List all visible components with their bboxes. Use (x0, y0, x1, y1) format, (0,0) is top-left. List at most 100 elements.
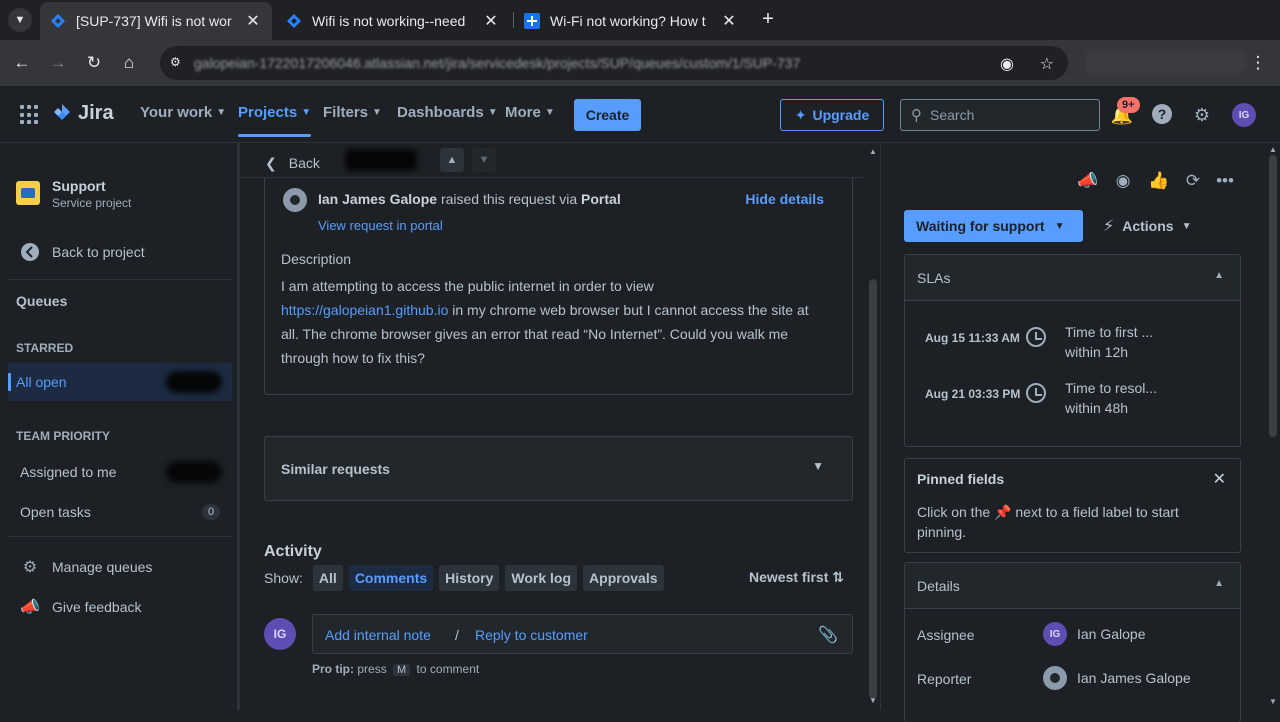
browser-tab-title: Wi-Fi not working? How t (550, 13, 706, 29)
filter-approvals[interactable]: Approvals (583, 565, 664, 591)
next-issue-button[interactable]: ▼ (472, 148, 496, 172)
chevron-down-icon: ▼ (372, 107, 382, 118)
back-arrow-icon[interactable]: ← (10, 51, 34, 75)
eye-slash-icon[interactable]: ◉ (1000, 54, 1014, 74)
sidebar-item-assigned-to-me[interactable]: Assigned to me (8, 453, 232, 491)
panel-scrollbar[interactable]: ▲ ▼ (1266, 143, 1280, 710)
megaphone-icon[interactable]: 📣 (1076, 169, 1100, 193)
description-text: I am attempting to access the public int… (281, 274, 821, 370)
nav-dashboards[interactable]: Dashboards ▼ (397, 104, 498, 121)
user-avatar[interactable]: IG (1232, 103, 1256, 127)
starred-heading: STARRED (16, 341, 74, 355)
queues-heading: Queues (16, 293, 68, 309)
open-tasks-label: Open tasks (20, 504, 91, 520)
add-internal-note-button[interactable]: Add internal note (325, 627, 431, 643)
filter-all[interactable]: All (312, 565, 343, 591)
nav-filters[interactable]: Filters ▼ (323, 104, 382, 121)
description-link[interactable]: https://galopeian1.github.io (281, 302, 448, 318)
thumbs-up-icon[interactable]: 👍 (1147, 169, 1171, 193)
nav-more[interactable]: More ▼ (505, 104, 555, 121)
site-info-icon[interactable]: ⚙ (170, 55, 186, 71)
watch-eye-icon[interactable]: ◉ (1111, 169, 1135, 193)
browser-tab[interactable]: Wi-Fi not working? How t ✕ (514, 2, 748, 40)
create-button[interactable]: Create (574, 99, 641, 131)
scroll-up-icon[interactable]: ▲ (869, 147, 877, 156)
nav-projects[interactable]: Projects ▼ (238, 104, 312, 137)
assignee-value[interactable]: Ian Galope (1077, 626, 1146, 642)
back-to-project-label: Back to project (52, 244, 145, 260)
slas-header[interactable]: SLAs ▲ (905, 255, 1240, 301)
chevron-up-icon[interactable]: ▲ (1214, 578, 1224, 589)
give-feedback-link[interactable]: 📣 Give feedback (8, 588, 232, 626)
settings-gear-icon[interactable]: ⚙ (1190, 103, 1214, 127)
issue-context-panel: 📣 ◉ 👍 ⟳ ••• Waiting for support ▼ ⚡ Acti… (881, 143, 1266, 722)
close-tab-icon[interactable]: ✕ (482, 11, 500, 31)
forward-arrow-icon[interactable]: → (46, 51, 70, 75)
back-to-project-link[interactable]: Back to project (8, 233, 232, 271)
comment-editor[interactable]: Add internal note / Reply to customer 📎 (312, 614, 853, 654)
hide-details-link[interactable]: Hide details (745, 191, 824, 207)
chevron-up-icon[interactable]: ▲ (1214, 270, 1224, 281)
browser-menu-icon[interactable]: ⋮ (1246, 51, 1270, 75)
reply-to-customer-button[interactable]: Reply to customer (475, 627, 588, 643)
help-icon[interactable]: ? (1150, 103, 1174, 127)
gear-icon: ⚙ (22, 559, 38, 576)
jira-logo[interactable]: Jira (52, 102, 114, 125)
sidebar-item-all-open[interactable]: All open (8, 363, 232, 401)
browser-toolbar: ← → ↻ ⌂ ⚙ galopeian-1722017206046.atlass… (0, 40, 1280, 86)
app-switcher-icon[interactable] (20, 105, 40, 125)
reporter-value[interactable]: Ian James Galope (1077, 670, 1191, 686)
previous-issue-button[interactable]: ▲ (440, 148, 464, 172)
details-header[interactable]: Details ▲ (905, 563, 1240, 609)
chevron-down-icon[interactable]: ▼ (812, 459, 824, 473)
main-scrollbar[interactable]: ▲ ▼ (866, 143, 880, 710)
plus-square-favicon-icon (524, 13, 540, 29)
view-in-portal-link[interactable]: View request in portal (318, 218, 443, 233)
filter-work-log[interactable]: Work log (505, 565, 578, 591)
jira-logo-icon (54, 103, 70, 120)
give-feedback-label: Give feedback (52, 599, 142, 615)
reload-icon[interactable]: ↻ (82, 51, 106, 75)
reporter-name[interactable]: Ian James Galope (318, 191, 437, 207)
actions-dropdown-button[interactable]: ⚡ Actions ▼ (1103, 210, 1191, 242)
sidebar-divider (8, 279, 232, 280)
jira-logo-text: Jira (78, 102, 114, 124)
address-bar[interactable]: ⚙ galopeian-1722017206046.atlassian.net/… (160, 46, 1068, 80)
sort-order-button[interactable]: Newest first ⇅ (749, 569, 844, 586)
search-input[interactable]: ⚲ Search (900, 99, 1100, 131)
more-actions-icon[interactable]: ••• (1213, 169, 1237, 193)
slas-title: SLAs (917, 269, 951, 286)
pinned-fields-title: Pinned fields (917, 471, 1005, 487)
activity-filter-row: Show: All Comments History Work log Appr… (264, 565, 664, 591)
scrollbar-thumb[interactable] (869, 279, 877, 699)
back-button[interactable]: ❮ Back (265, 149, 320, 177)
scroll-down-icon[interactable]: ▼ (1269, 697, 1277, 706)
upgrade-button[interactable]: ✦ Upgrade (780, 99, 884, 131)
browser-tab[interactable]: Wifi is not working--need ✕ (276, 2, 510, 40)
arrow-left-circle-icon (20, 242, 40, 262)
nav-your-work[interactable]: Your work ▼ (140, 104, 226, 121)
filter-comments[interactable]: Comments (348, 565, 434, 591)
filter-history[interactable]: History (439, 565, 500, 591)
attachment-paperclip-icon[interactable]: 📎 (818, 625, 838, 645)
scroll-up-icon[interactable]: ▲ (1269, 145, 1277, 154)
url-text: galopeian-1722017206046.atlassian.net/ji… (194, 55, 801, 71)
home-icon[interactable]: ⌂ (117, 51, 141, 75)
scroll-down-icon[interactable]: ▼ (869, 696, 877, 705)
sidebar-item-open-tasks[interactable]: Open tasks 0 (8, 493, 232, 531)
sidebar-resize-handle[interactable] (237, 143, 239, 710)
share-icon[interactable]: ⟳ (1181, 169, 1205, 193)
new-tab-icon[interactable]: + (757, 8, 779, 30)
manage-queues-link[interactable]: ⚙ Manage queues (8, 548, 232, 586)
nav-label: More (505, 104, 541, 121)
close-icon[interactable]: ✕ (1213, 469, 1226, 489)
close-tab-icon[interactable]: ✕ (720, 11, 738, 31)
scrollbar-thumb[interactable] (1269, 155, 1277, 437)
extensions-area[interactable] (1086, 50, 1246, 74)
tab-search-button[interactable]: ▼ (8, 8, 32, 32)
bookmark-star-icon[interactable]: ☆ (1040, 54, 1054, 74)
similar-requests-panel[interactable]: Similar requests ▼ (264, 436, 853, 501)
browser-tab[interactable]: [SUP-737] Wifi is not wor ✕ (40, 2, 272, 40)
status-dropdown-button[interactable]: Waiting for support ▼ (904, 210, 1083, 242)
close-tab-icon[interactable]: ✕ (244, 11, 262, 31)
